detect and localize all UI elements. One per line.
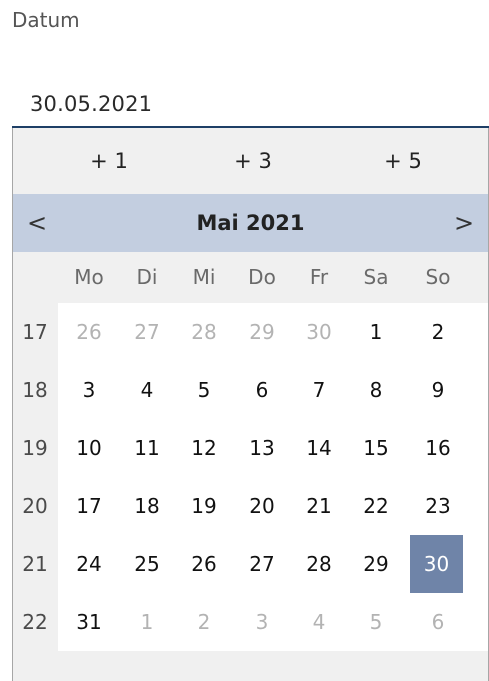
week-number: 22 — [22, 610, 48, 634]
day-cell-outside-month[interactable]: 28 — [180, 303, 228, 361]
day-cell[interactable]: 25 — [123, 535, 171, 593]
weekday-label: Do — [248, 265, 276, 289]
day-cell[interactable]: 19 — [180, 477, 228, 535]
week-row: 19 10 11 12 13 14 15 16 — [13, 419, 488, 477]
weekday-label: So — [425, 265, 451, 289]
calendar-grid: Mo Di Mi Do Fr Sa So 17 26 27 28 29 30 1 2 18 3 4 5… — [13, 252, 488, 651]
day-cell-selected[interactable]: 30 — [410, 535, 463, 593]
date-input[interactable]: 30.05.2021 — [30, 92, 152, 116]
day-cell[interactable]: 16 — [414, 419, 462, 477]
day-cell-outside-month[interactable]: 6 — [414, 593, 462, 651]
day-cell[interactable]: 15 — [352, 419, 400, 477]
day-cell[interactable]: 22 — [352, 477, 400, 535]
week-number: 17 — [22, 320, 48, 344]
day-cell[interactable]: 23 — [414, 477, 462, 535]
chevron-right-icon[interactable]: > — [440, 194, 488, 252]
week-number: 21 — [22, 552, 48, 576]
week-number: 18 — [22, 378, 48, 402]
day-cell[interactable]: 28 — [295, 535, 343, 593]
day-cell-outside-month[interactable]: 3 — [238, 593, 286, 651]
chevron-left-icon[interactable]: < — [13, 194, 61, 252]
day-cell[interactable]: 8 — [352, 361, 400, 419]
add-5-days-button[interactable]: + 5 — [343, 128, 463, 194]
quick-add-row: + 1 + 3 + 5 — [13, 128, 488, 194]
day-cell-outside-month[interactable]: 30 — [295, 303, 343, 361]
day-cell-outside-month[interactable]: 5 — [352, 593, 400, 651]
day-cell[interactable]: 6 — [238, 361, 286, 419]
day-cell[interactable]: 12 — [180, 419, 228, 477]
day-cell[interactable]: 20 — [238, 477, 286, 535]
week-number: 20 — [22, 494, 48, 518]
day-cell-outside-month[interactable]: 26 — [65, 303, 113, 361]
day-cell[interactable]: 31 — [65, 593, 113, 651]
day-cell[interactable]: 27 — [238, 535, 286, 593]
weekday-label: Di — [136, 265, 158, 289]
month-header: < Mai 2021 > — [13, 194, 488, 252]
day-cell-outside-month[interactable]: 2 — [180, 593, 228, 651]
day-cell[interactable]: 29 — [352, 535, 400, 593]
day-cell[interactable]: 17 — [65, 477, 113, 535]
day-cell[interactable]: 11 — [123, 419, 171, 477]
weekday-label: Mi — [192, 265, 216, 289]
add-1-day-button[interactable]: + 1 — [49, 128, 169, 194]
day-cell-outside-month[interactable]: 1 — [123, 593, 171, 651]
day-cell[interactable]: 13 — [238, 419, 286, 477]
day-cell-outside-month[interactable]: 27 — [123, 303, 171, 361]
week-row: 17 26 27 28 29 30 1 2 — [13, 303, 488, 361]
day-cell[interactable]: 9 — [414, 361, 462, 419]
month-title: Mai 2021 — [196, 211, 305, 235]
day-cell[interactable]: 24 — [65, 535, 113, 593]
week-row: 22 31 1 2 3 4 5 6 — [13, 593, 488, 651]
weekday-header-row: Mo Di Mi Do Fr Sa So — [13, 252, 488, 303]
week-number: 19 — [22, 436, 48, 460]
weekday-label: Mo — [74, 265, 104, 289]
week-row: 21 24 25 26 27 28 29 30 — [13, 535, 488, 593]
weekday-label: Sa — [363, 265, 389, 289]
weekday-label: Fr — [309, 265, 329, 289]
date-field-label: Datum — [12, 8, 80, 32]
day-cell[interactable]: 26 — [180, 535, 228, 593]
add-3-days-button[interactable]: + 3 — [193, 128, 313, 194]
day-cell[interactable]: 4 — [123, 361, 171, 419]
day-cell[interactable]: 5 — [180, 361, 228, 419]
day-cell-outside-month[interactable]: 29 — [238, 303, 286, 361]
day-cell[interactable]: 1 — [352, 303, 400, 361]
day-cell[interactable]: 14 — [295, 419, 343, 477]
week-row: 18 3 4 5 6 7 8 9 — [13, 361, 488, 419]
week-row: 20 17 18 19 20 21 22 23 — [13, 477, 488, 535]
day-cell[interactable]: 21 — [295, 477, 343, 535]
day-cell-outside-month[interactable]: 4 — [295, 593, 343, 651]
day-cell[interactable]: 10 — [65, 419, 113, 477]
date-picker-popup: + 1 + 3 + 5 < Mai 2021 > Mo Di Mi Do Fr … — [12, 128, 489, 681]
day-cell[interactable]: 2 — [414, 303, 462, 361]
day-cell[interactable]: 18 — [123, 477, 171, 535]
day-cell[interactable]: 7 — [295, 361, 343, 419]
day-cell[interactable]: 3 — [65, 361, 113, 419]
